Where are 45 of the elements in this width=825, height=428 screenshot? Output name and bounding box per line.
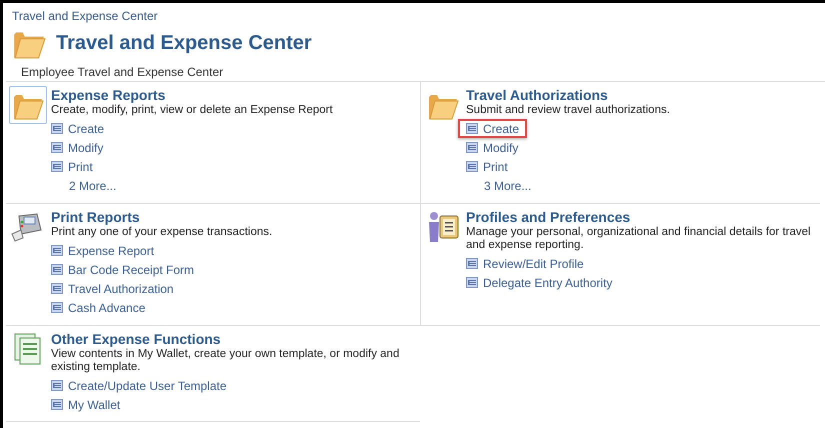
section-title: Profiles and Preferences <box>466 209 632 225</box>
list-page-icon <box>51 264 63 275</box>
list-page-icon <box>466 123 478 134</box>
list-page-icon <box>466 258 478 269</box>
section-title: Print Reports <box>51 209 141 225</box>
page-link[interactable]: Create <box>458 119 528 138</box>
list-page-icon <box>51 399 63 410</box>
page-link[interactable]: Modify <box>466 138 518 157</box>
page-link[interactable]: Create/Update User Template <box>51 376 227 395</box>
page-link[interactable]: Print <box>51 157 93 176</box>
page-link[interactable]: My Wallet <box>51 395 120 414</box>
section-description: Print any one of your expense transactions. <box>51 226 272 239</box>
section-description: Create, modify, print, view or delete an Expense Report <box>51 104 333 117</box>
list-page-icon <box>51 380 63 391</box>
page-link[interactable]: Expense Report <box>51 241 154 260</box>
page-link[interactable]: Create <box>51 119 104 138</box>
page-link[interactable]: Review/Edit Profile <box>466 254 584 273</box>
list-page-icon <box>466 161 478 172</box>
page-title: Travel and Expense Center <box>56 32 312 54</box>
more-link[interactable]: 3 More... <box>466 176 532 195</box>
list-page-icon <box>51 161 63 172</box>
page-link[interactable]: Travel Authorization <box>51 279 174 298</box>
page-link[interactable]: Modify <box>51 138 104 157</box>
section-title: Other Expense Functions <box>51 331 222 347</box>
more-link[interactable]: 2 More... <box>51 176 116 195</box>
page-link[interactable]: Bar Code Receipt Form <box>51 260 194 279</box>
list-page-icon <box>51 302 63 313</box>
list-page-icon <box>51 283 63 294</box>
page-link[interactable]: Print <box>466 157 508 176</box>
section-description: Submit and review travel authorizations. <box>466 104 670 117</box>
section-description: Manage your personal, organizational and financial details for travel and expense reporting. <box>466 226 812 252</box>
documents-icon <box>13 332 43 366</box>
list-page-icon <box>51 123 63 134</box>
list-page-icon <box>51 245 63 256</box>
section-title: Expense Reports <box>51 87 166 103</box>
list-page-icon <box>466 277 478 288</box>
person-with-clipboard-icon <box>426 210 460 244</box>
page-link[interactable]: Delegate Entry Authority <box>466 273 612 292</box>
section-title: Travel Authorizations <box>466 87 609 103</box>
page-link[interactable]: Cash Advance <box>51 298 146 317</box>
list-page-icon <box>51 142 63 153</box>
list-page-icon <box>466 142 478 153</box>
page-subtitle: Employee Travel and Expense Center <box>21 65 224 79</box>
section-description: View contents in My Wallet, create your own template, or modify and existing template. <box>51 348 400 374</box>
breadcrumb: Travel and Expense Center <box>12 9 159 23</box>
